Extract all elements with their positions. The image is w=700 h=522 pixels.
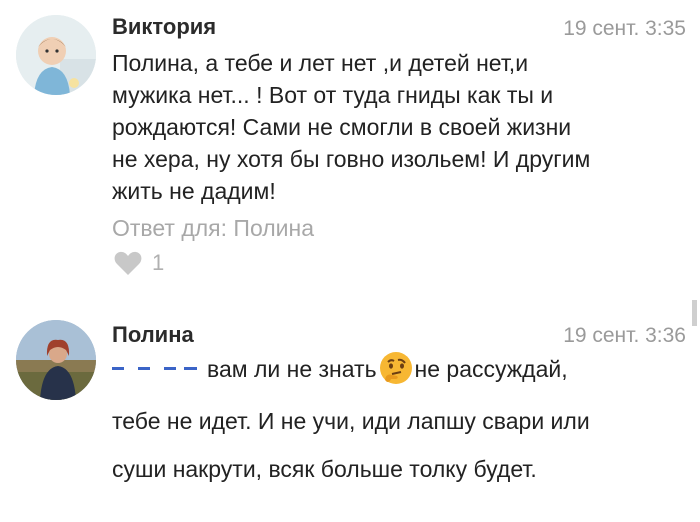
comment-text-fragment: не рассуждай, (414, 356, 568, 382)
comment-item: Виктория 19 сент. 3:35 Полина, а тебе и … (0, 0, 700, 290)
avatar-image (16, 320, 96, 400)
child-photo-avatar[interactable] (16, 15, 96, 95)
comment-author[interactable]: Виктория (112, 14, 216, 40)
avatar-image (16, 15, 96, 95)
comment-text-fragment: вам ли не знать (207, 356, 377, 382)
heart-icon (114, 251, 142, 275)
comment-text-line: суши накрути, всяк больше толку будет. (112, 456, 537, 482)
reply-to-link[interactable]: Ответ для: Полина (112, 215, 314, 242)
like-count: 1 (152, 250, 165, 275)
like-button[interactable]: 1 (114, 250, 164, 276)
comment-text-line: тебе не идет. И не учи, иди лапшу свари … (112, 408, 590, 434)
woman-photo-avatar[interactable] (16, 320, 96, 400)
redacted-mention-link[interactable] (112, 367, 197, 371)
comment-date: 19 сент. 3:36 (563, 324, 686, 347)
comment-date: 19 сент. 3:35 (563, 17, 686, 40)
comment-text-line: вам ли не знать не рассуждай, (112, 351, 692, 385)
comment-text: Полина, а тебе и лет нет ,и детей нет,и … (112, 50, 591, 204)
comment-author[interactable]: Полина (112, 322, 194, 348)
comment-item: Полина 19 сент. 3:36 вам ли не знать не … (0, 300, 700, 522)
thinking-face-icon (379, 351, 412, 384)
